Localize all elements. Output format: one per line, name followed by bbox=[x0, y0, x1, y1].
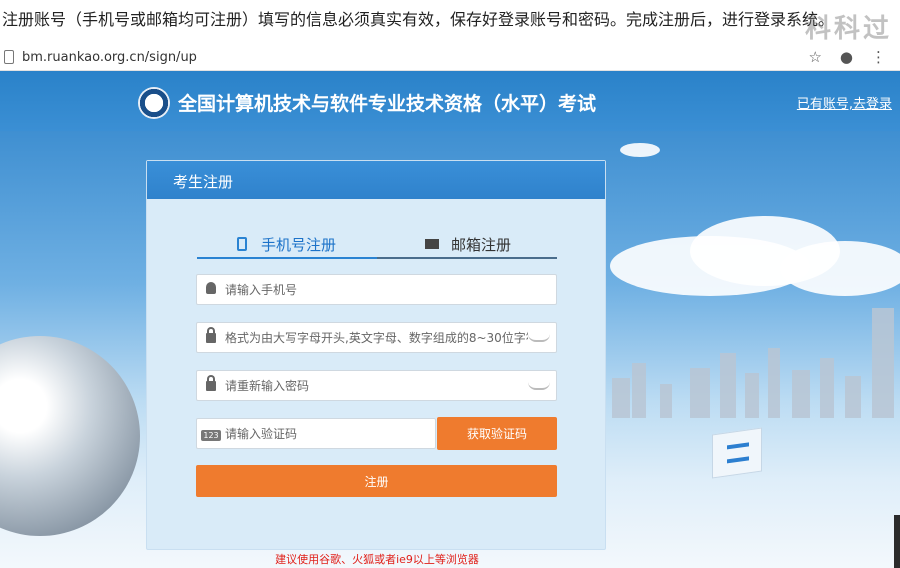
confirm-password-field bbox=[196, 370, 557, 401]
eye-closed-icon[interactable] bbox=[528, 382, 550, 390]
menu-kebab-icon[interactable]: ⋮ bbox=[871, 48, 886, 66]
city-skyline bbox=[660, 384, 672, 418]
scrollbar-thumb[interactable] bbox=[894, 515, 900, 568]
tab-phone-register[interactable]: 手机号注册 bbox=[237, 229, 336, 259]
site-header: 全国计算机技术与软件专业技术资格（水平）考试 已有账号,去登录 bbox=[0, 71, 900, 131]
verification-code-input[interactable] bbox=[223, 419, 435, 448]
lock-icon bbox=[199, 374, 223, 394]
tab-label: 邮箱注册 bbox=[451, 235, 512, 254]
page-info-icon[interactable] bbox=[4, 50, 14, 64]
cube-logo-decoration bbox=[712, 427, 762, 479]
number-icon: 123 bbox=[199, 427, 223, 441]
city-skyline bbox=[720, 353, 736, 418]
tab-email-register[interactable]: 邮箱注册 bbox=[425, 229, 511, 259]
star-icon[interactable]: ☆ bbox=[808, 48, 821, 66]
instruction-caption: 注册账号（手机号或邮箱均可注册）填写的信息必须真实有效，保存好登录账号和密码。完… bbox=[0, 0, 900, 44]
city-skyline bbox=[792, 370, 810, 418]
user-icon bbox=[199, 282, 223, 297]
watermark-text: 科科过 bbox=[804, 14, 892, 44]
verification-code-field: 123 bbox=[196, 418, 436, 449]
lock-icon bbox=[199, 326, 223, 346]
city-skyline bbox=[612, 378, 630, 418]
register-panel: 考生注册 手机号注册 邮箱注册 123 获取验证码 注册 建议使用谷歌、火狐或者… bbox=[146, 160, 606, 566]
register-button[interactable]: 注册 bbox=[196, 465, 557, 497]
envelope-icon bbox=[425, 239, 439, 249]
cloud-decoration bbox=[620, 143, 660, 157]
browser-recommendation: 建议使用谷歌、火狐或者ie9以上等浏览器 bbox=[275, 553, 479, 566]
password-input[interactable] bbox=[223, 323, 528, 352]
city-skyline bbox=[768, 348, 780, 418]
browser-address-bar: bm.ruankao.org.cn/sign/up ☆ ● ⋮ bbox=[0, 44, 900, 71]
url-text[interactable]: bm.ruankao.org.cn/sign/up bbox=[22, 50, 808, 65]
city-skyline bbox=[845, 376, 861, 418]
site-title: 全国计算机技术与软件专业技术资格（水平）考试 bbox=[178, 93, 597, 115]
caption-text: 注册账号（手机号或邮箱均可注册）填写的信息必须真实有效，保存好登录账号和密码。完… bbox=[2, 10, 835, 29]
city-skyline bbox=[820, 358, 834, 418]
number-icon-text: 123 bbox=[201, 429, 221, 441]
cloud-decoration bbox=[780, 241, 900, 296]
active-tab-indicator bbox=[197, 257, 377, 259]
city-skyline bbox=[745, 373, 759, 418]
city-skyline bbox=[632, 363, 646, 418]
account-icon[interactable]: ● bbox=[840, 48, 853, 66]
phone-input[interactable] bbox=[223, 275, 556, 304]
phone-field bbox=[196, 274, 557, 305]
exam-logo bbox=[138, 87, 170, 119]
go-login-link[interactable]: 已有账号,去登录 bbox=[797, 93, 892, 112]
city-skyline bbox=[690, 368, 710, 418]
get-code-button[interactable]: 获取验证码 bbox=[437, 417, 557, 450]
confirm-password-input[interactable] bbox=[223, 371, 528, 400]
register-tabs: 手机号注册 邮箱注册 bbox=[197, 229, 557, 259]
eye-closed-icon[interactable] bbox=[528, 334, 550, 342]
password-field bbox=[196, 322, 557, 353]
panel-title: 考生注册 bbox=[147, 161, 605, 199]
city-skyline bbox=[872, 308, 894, 418]
phone-icon bbox=[237, 237, 247, 251]
browser-actions: ☆ ● ⋮ bbox=[808, 48, 886, 66]
tab-label: 手机号注册 bbox=[261, 235, 337, 254]
globe-decoration bbox=[0, 336, 140, 536]
